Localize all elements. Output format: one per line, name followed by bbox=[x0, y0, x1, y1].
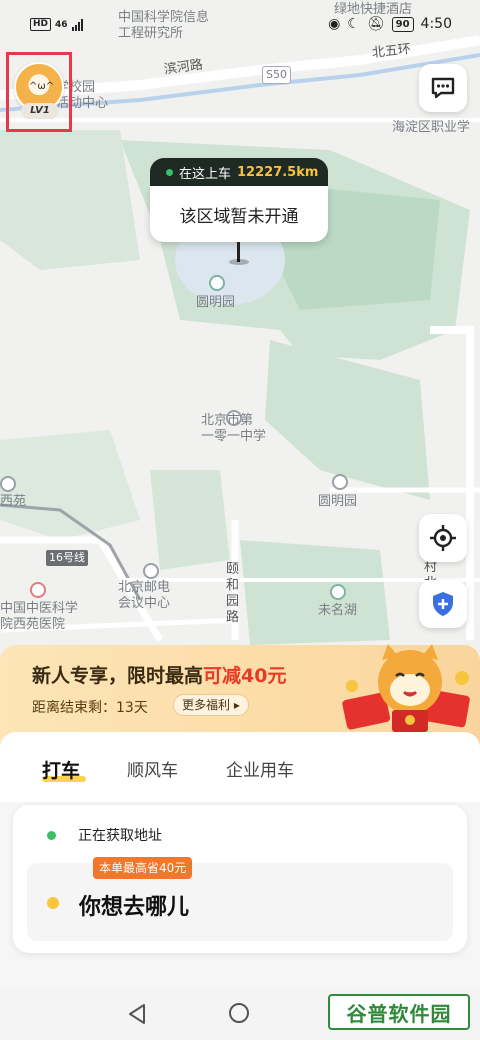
promo-countdown: 距离结束剩：13天 bbox=[32, 700, 148, 716]
destination-placeholder: 你想去哪儿 bbox=[79, 895, 190, 920]
tab-carpool[interactable]: 顺风车 bbox=[127, 756, 178, 781]
network-type: 46 bbox=[55, 19, 68, 30]
metro-poi-icon[interactable] bbox=[332, 474, 348, 490]
pickup-distance: 12227.5km bbox=[237, 164, 319, 180]
shield-plus-icon bbox=[433, 592, 453, 616]
map-label-xiyuan: 西苑 bbox=[0, 494, 27, 509]
pickup-header: 在这上车 12227.5km bbox=[150, 158, 328, 186]
hospital-poi-icon[interactable] bbox=[30, 582, 46, 598]
service-tabs: 打车 顺风车 企业用车 bbox=[0, 732, 480, 802]
map-label-post-college: 北京邮电 会议中心 bbox=[118, 580, 171, 611]
watermark-text: 谷普软件园 bbox=[346, 1001, 452, 1026]
origin-row[interactable]: 正在获取地址 bbox=[47, 825, 162, 845]
safety-button[interactable] bbox=[419, 580, 467, 628]
home-icon[interactable] bbox=[229, 1003, 249, 1023]
map-label-yiheyuan-road: 颐 和 园 路 bbox=[226, 562, 240, 625]
map-label-line16: 16号线 bbox=[46, 550, 88, 566]
message-button[interactable] bbox=[419, 64, 467, 112]
map-label-s50: S50 bbox=[262, 66, 291, 84]
moon-icon: ☾ bbox=[347, 16, 360, 32]
lake-poi-icon[interactable] bbox=[330, 584, 346, 600]
chat-icon bbox=[431, 77, 455, 99]
park-poi-icon[interactable] bbox=[209, 275, 225, 291]
map-label-weiming-lake: 未名湖 bbox=[318, 603, 358, 618]
map-label-yuanmingyuan-station: 圆明园 bbox=[318, 494, 358, 509]
status-bar: HD 46 ◉ ☾ 🔕︎ 90 4:50 bbox=[0, 0, 480, 50]
back-icon[interactable] bbox=[126, 1002, 148, 1026]
pickup-dot-icon bbox=[166, 168, 173, 176]
map-label-yuanmingyuan-park: 圆明园 bbox=[196, 295, 236, 310]
trip-card: 正在获取地址 本单最高省40元 你想去哪儿 bbox=[13, 805, 467, 953]
cat-face-icon: ^ω^ bbox=[29, 81, 55, 92]
destination-input[interactable]: 本单最高省40元 你想去哪儿 bbox=[27, 857, 453, 941]
map-label-beijing-101: 北京市第 一零一中学 bbox=[201, 413, 267, 444]
mute-icon: 🔕︎ bbox=[366, 16, 385, 32]
promo-title-highlight: 可减40元 bbox=[203, 665, 287, 687]
promo-title-plain: 新人专享，限时最高 bbox=[32, 665, 204, 687]
level-badge: LV1 bbox=[21, 103, 59, 119]
clock: 4:50 bbox=[420, 16, 452, 32]
metro-poi-icon[interactable] bbox=[0, 476, 16, 492]
origin-dot-icon bbox=[47, 830, 56, 840]
mascot-redpacket-icon bbox=[342, 644, 470, 732]
pickup-message[interactable]: 该区域暂未开通 bbox=[150, 186, 328, 242]
pickup-message-text: 该区域暂未开通 bbox=[179, 206, 299, 227]
discount-tag: 本单最高省40元 bbox=[93, 857, 193, 879]
tab-taxi[interactable]: 打车 bbox=[42, 756, 80, 783]
signal-icon bbox=[71, 18, 83, 31]
more-benefits-button[interactable]: 更多福利 ▸ bbox=[173, 694, 249, 716]
crosshair-icon bbox=[430, 525, 456, 551]
pin-shadow bbox=[229, 259, 249, 265]
poi-icon[interactable] bbox=[143, 563, 159, 579]
battery-icon: 90 bbox=[391, 16, 414, 32]
map-label-haidian: 海淀区职业学 bbox=[392, 120, 471, 135]
pickup-prefix: 在这上车 bbox=[179, 166, 232, 182]
destination-dot-icon bbox=[47, 897, 59, 909]
map-label-tcm-hospital: 中国中医科学 院西苑医院 bbox=[0, 601, 79, 632]
watermark-logo: 谷普软件园 bbox=[328, 994, 470, 1030]
hd-icon: HD bbox=[30, 18, 52, 31]
origin-status: 正在获取地址 bbox=[78, 828, 162, 844]
tab-enterprise[interactable]: 企业用车 bbox=[226, 756, 294, 781]
promo-title: 新人专享，限时最高可减40元 bbox=[32, 661, 286, 688]
locate-button[interactable] bbox=[419, 514, 467, 562]
eye-icon: ◉ bbox=[328, 16, 341, 32]
